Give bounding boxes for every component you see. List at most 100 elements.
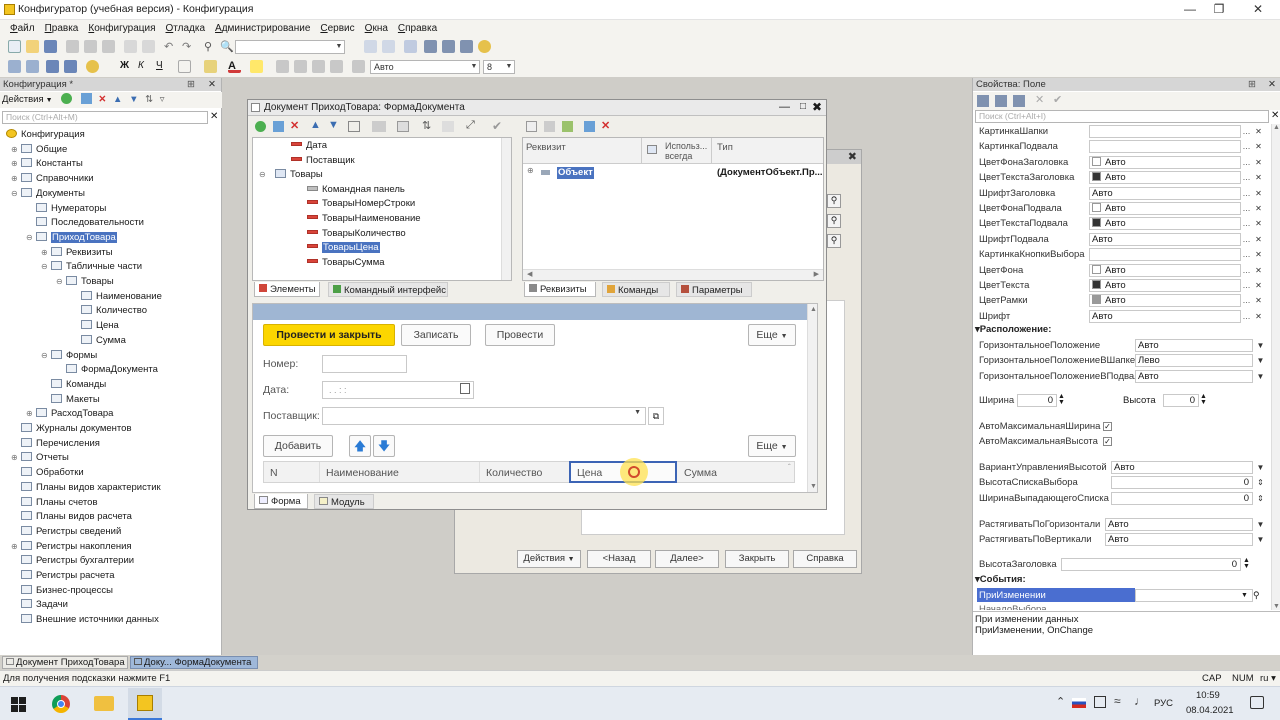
select-button[interactable]: … xyxy=(1241,217,1252,230)
property-row[interactable]: ЦветФона Авто… ✕ xyxy=(973,263,1273,278)
input-language[interactable]: РУС xyxy=(1154,698,1173,709)
search-icon[interactable]: ⚲ xyxy=(827,234,841,248)
close-button[interactable]: ✕ xyxy=(1240,0,1276,20)
expand-icon[interactable]: ⊕ xyxy=(11,143,18,157)
tree-item[interactable]: Конфигурация xyxy=(6,128,85,142)
window-icon[interactable] xyxy=(404,40,417,53)
tab-command-interface[interactable]: Командный интерфейс xyxy=(328,282,448,297)
tree-item[interactable]: Наименование xyxy=(81,290,162,304)
form-element-item[interactable]: Дата xyxy=(291,139,327,153)
save-icon[interactable] xyxy=(44,40,57,53)
bold-icon[interactable]: Ж xyxy=(120,60,133,73)
tree-item[interactable]: Команды xyxy=(51,378,106,392)
property-value[interactable]: Авто xyxy=(1135,339,1253,352)
width-spin[interactable]: ▲ ▼ xyxy=(1058,393,1065,406)
copy-icon[interactable] xyxy=(544,121,555,132)
preview-icon[interactable] xyxy=(142,40,155,53)
tree-item[interactable]: Регистры сведений xyxy=(21,525,121,539)
clear-icon[interactable]: ✕ xyxy=(1253,217,1264,230)
tree-item[interactable]: ⊕ Справочники xyxy=(11,172,94,186)
select-button[interactable]: … xyxy=(1241,140,1252,153)
property-row[interactable]: КартинкаШапки … ✕ xyxy=(973,124,1273,139)
property-value[interactable]: Авто xyxy=(1089,279,1241,292)
property-value[interactable]: Авто xyxy=(1089,202,1241,215)
property-value[interactable]: Авто xyxy=(1089,309,1241,323)
help-button[interactable]: Справка xyxy=(793,550,857,568)
form-element-item[interactable]: Командная панель xyxy=(307,183,405,197)
tree-item[interactable]: Журналы документов xyxy=(21,422,132,436)
property-value[interactable]: Авто xyxy=(1105,533,1253,547)
tree-item[interactable]: Бизнес-процессы xyxy=(21,584,113,598)
search-icon[interactable]: ⚲ xyxy=(827,214,841,228)
layout-icon[interactable] xyxy=(397,121,409,132)
window-tab-form[interactable]: Доку... ФормаДокумента xyxy=(130,656,258,669)
find-prev-icon[interactable] xyxy=(382,40,395,53)
close-icon[interactable]: ✖ xyxy=(812,100,822,114)
property-row[interactable]: ЦветТекста Авто… ✕ xyxy=(973,278,1273,293)
menu-item-2[interactable]: Конфигурация xyxy=(88,23,155,34)
breakpoint-icon[interactable] xyxy=(460,40,473,53)
clock-date[interactable]: 08.04.2021 xyxy=(1186,705,1234,716)
lang-indicator[interactable]: ru ▾ xyxy=(1260,671,1276,686)
property-row[interactable]: ЦветФонаПодвала Авто… ✕ xyxy=(973,201,1273,216)
clear-icon[interactable]: ✕ xyxy=(1035,93,1044,106)
form-element-item[interactable]: ТоварыНаименование xyxy=(307,212,421,226)
clear-icon[interactable]: ✕ xyxy=(1253,264,1264,277)
scrollbar[interactable] xyxy=(501,138,511,280)
property-row[interactable]: ГоризонтальноеПоложениеВПодвале Авто ▼ xyxy=(973,369,1273,384)
tree-item[interactable]: Внешние источники данных xyxy=(21,613,159,627)
tab-parameters[interactable]: Параметры xyxy=(676,282,752,297)
property-value[interactable]: Авто xyxy=(1089,171,1241,185)
height-field[interactable]: 0 xyxy=(1163,394,1199,407)
actions-menu[interactable]: Действия xyxy=(2,94,44,105)
new-icon[interactable] xyxy=(8,40,21,53)
dropdown-icon[interactable]: ▼ xyxy=(1255,533,1266,546)
windows-start-icon[interactable] xyxy=(11,697,27,713)
taskbar-1c-app[interactable] xyxy=(128,688,162,720)
tree-item[interactable]: Нумераторы xyxy=(36,202,106,216)
collapse-icon[interactable]: ⊖ xyxy=(41,260,48,274)
menu-item-6[interactable]: Окна xyxy=(365,23,388,34)
property-row[interactable]: ЦветТекстаПодвала Авто… ✕ xyxy=(973,216,1273,231)
preview-scrollbar[interactable]: ▲ ▼ xyxy=(807,304,817,492)
volume-icon[interactable]: ♩ xyxy=(1134,694,1146,708)
tree-item[interactable]: Макеты xyxy=(51,393,100,407)
property-value[interactable]: Авто xyxy=(1105,518,1253,531)
print-icon[interactable] xyxy=(124,40,137,53)
run-icon[interactable] xyxy=(86,60,99,73)
tree-item[interactable]: ⊕ Регистры накопления xyxy=(11,540,132,554)
property-value[interactable]: Авто xyxy=(1089,263,1241,277)
menu-item-3[interactable]: Отладка xyxy=(166,23,206,34)
tree-item[interactable]: ⊕ Реквизиты xyxy=(41,246,113,260)
clear-icon[interactable]: ✕ xyxy=(1253,202,1264,215)
dropdown-icon[interactable]: ▼ xyxy=(1255,370,1266,383)
form-element-item[interactable]: ТоварыНомерСтроки xyxy=(307,197,415,211)
tree-item[interactable]: Обработки xyxy=(21,466,84,480)
cut-icon[interactable] xyxy=(66,40,79,53)
save-button[interactable]: Записать xyxy=(401,324,471,346)
event-onchange-row[interactable]: ПриИзменении ▼ ⚲ xyxy=(973,588,1273,603)
clear-icon[interactable]: ✕ xyxy=(1253,248,1264,261)
property-value[interactable]: 0 xyxy=(1111,476,1253,490)
header-height-field[interactable]: 0 xyxy=(1061,558,1241,571)
tree-item[interactable]: ⊖ Товары xyxy=(56,275,114,289)
group-icon[interactable] xyxy=(348,121,360,132)
tree-item[interactable]: ФормаДокумента xyxy=(66,363,158,377)
tree-item[interactable]: Задачи xyxy=(21,598,68,612)
property-row[interactable]: ЦветРамки Авто… ✕ xyxy=(973,293,1273,308)
file-explorer-icon[interactable] xyxy=(94,696,114,711)
next-button[interactable]: Далее> xyxy=(655,550,719,568)
menu-item-4[interactable]: Администрирование xyxy=(215,23,310,34)
property-row[interactable]: Шрифт Авто… ✕ xyxy=(973,309,1273,324)
indent-icon[interactable] xyxy=(352,60,365,73)
dropdown-icon[interactable]: ▼ xyxy=(1255,354,1266,367)
h-scrollbar[interactable]: ◀ ▶ xyxy=(523,269,823,280)
clear-icon[interactable]: ✕ xyxy=(1253,233,1264,246)
close-wizard-button[interactable]: Закрыть xyxy=(725,550,789,568)
clear-icon[interactable]: ✕ xyxy=(1253,140,1264,153)
property-row[interactable]: РастягиватьПоВертикали Авто ▼ xyxy=(973,532,1273,547)
expand-icon[interactable]: ⊕ xyxy=(11,451,18,465)
italic-icon[interactable]: К xyxy=(138,60,151,73)
open-icon[interactable] xyxy=(26,40,39,53)
actions-button[interactable]: Действия ▼ xyxy=(517,550,581,568)
